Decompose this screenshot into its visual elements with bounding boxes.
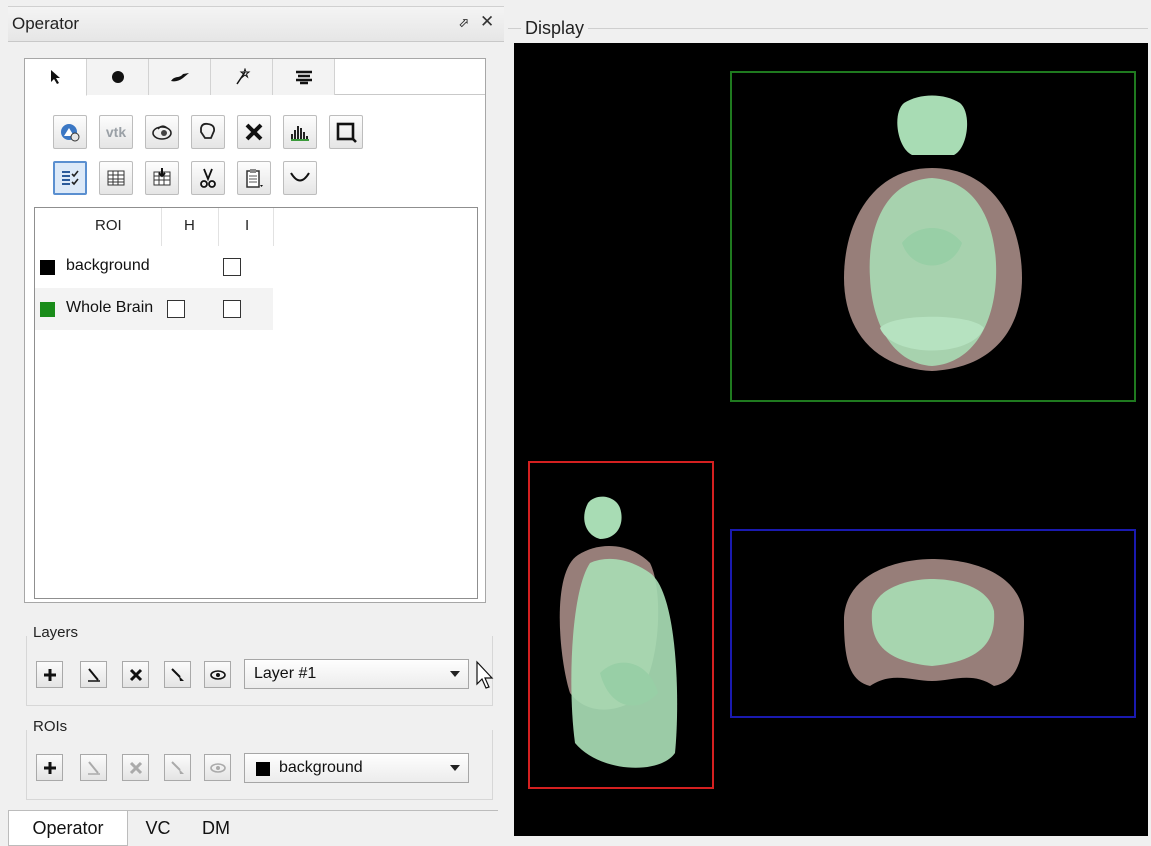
- layer-select[interactable]: Layer #1: [244, 659, 469, 689]
- roi-table: ROI H I background Whole Brain: [34, 207, 478, 599]
- lasso-icon[interactable]: [191, 115, 225, 149]
- import-icon[interactable]: [145, 161, 179, 195]
- display-title-divider: [508, 28, 1148, 29]
- column-header-h[interactable]: H: [184, 217, 195, 234]
- chevron-down-icon: [450, 671, 460, 677]
- layer-select-value: Layer #1: [254, 665, 317, 682]
- dot-icon[interactable]: [87, 59, 149, 95]
- roi-select[interactable]: background: [244, 753, 469, 783]
- chevron-down-icon: [450, 765, 460, 771]
- roi-select-value: background: [279, 759, 363, 776]
- float-icon[interactable]: ⬀: [458, 15, 469, 31]
- color-swatch[interactable]: [40, 302, 55, 317]
- tab-dm[interactable]: DM: [188, 811, 244, 846]
- delete-roi-button[interactable]: [122, 754, 149, 781]
- add-roi-button[interactable]: [36, 754, 63, 781]
- visibility-layer-button[interactable]: [204, 661, 231, 688]
- dock-tabs: Operator VC DM: [8, 810, 498, 846]
- paste-icon[interactable]: [237, 161, 271, 195]
- display-title: Display: [521, 18, 589, 39]
- layers-stack-icon[interactable]: [273, 59, 335, 95]
- tool-panel: vtk ROI H I background Whole Brain: [24, 58, 486, 603]
- i-checkbox[interactable]: [223, 258, 241, 276]
- curve-icon[interactable]: [283, 161, 317, 195]
- column-header-i[interactable]: I: [245, 217, 249, 234]
- operator-dock-titlebar[interactable]: Operator ⬀ ✕: [8, 6, 504, 42]
- histogram-icon[interactable]: [283, 115, 317, 149]
- cut-icon[interactable]: [191, 161, 225, 195]
- table-row[interactable]: background: [35, 246, 273, 288]
- operator-dock-title: Operator: [12, 14, 80, 33]
- roi-name: Whole Brain: [66, 299, 154, 316]
- brush-icon[interactable]: [149, 59, 211, 95]
- add-layer-button[interactable]: [36, 661, 63, 688]
- pointer-icon[interactable]: [25, 59, 87, 96]
- axial-view[interactable]: [730, 71, 1136, 402]
- crop-icon[interactable]: [329, 115, 363, 149]
- axial-brain-image: [844, 95, 1022, 371]
- paint-roi-button[interactable]: [164, 754, 191, 781]
- column-header-roi[interactable]: ROI: [95, 217, 122, 234]
- sagittal-view[interactable]: [528, 461, 714, 789]
- refresh-3d-icon[interactable]: [53, 115, 87, 149]
- delete-icon[interactable]: [237, 115, 271, 149]
- tool-tabs: [25, 59, 485, 96]
- visibility-roi-button[interactable]: [204, 754, 231, 781]
- sagittal-brain-image: [559, 496, 678, 768]
- color-swatch[interactable]: [40, 260, 55, 275]
- operator-dock: Operator ⬀ ✕ vtk ROI H I background Whol…: [8, 6, 504, 845]
- edit-layer-button[interactable]: [80, 661, 107, 688]
- render-icon[interactable]: [145, 115, 179, 149]
- roi-table-header: ROI H I: [35, 208, 275, 246]
- table-row[interactable]: Whole Brain: [35, 288, 273, 330]
- vtk-icon[interactable]: vtk: [99, 115, 133, 149]
- display-viewport[interactable]: [514, 43, 1148, 836]
- tab-operator[interactable]: Operator: [8, 811, 128, 846]
- coronal-brain-image: [844, 559, 1024, 686]
- close-icon[interactable]: ✕: [480, 12, 494, 32]
- roi-name: background: [66, 257, 150, 274]
- delete-layer-button[interactable]: [122, 661, 149, 688]
- coronal-view[interactable]: [730, 529, 1136, 718]
- h-checkbox[interactable]: [167, 300, 185, 318]
- mouse-cursor-icon: [476, 660, 494, 689]
- paint-layer-button[interactable]: [164, 661, 191, 688]
- tab-vc[interactable]: VC: [132, 811, 184, 846]
- list-check-icon[interactable]: [53, 161, 87, 195]
- roi-color-swatch: [256, 762, 270, 776]
- magic-wand-icon[interactable]: [211, 59, 273, 95]
- edit-roi-button[interactable]: [80, 754, 107, 781]
- i-checkbox[interactable]: [223, 300, 241, 318]
- table-icon[interactable]: [99, 161, 133, 195]
